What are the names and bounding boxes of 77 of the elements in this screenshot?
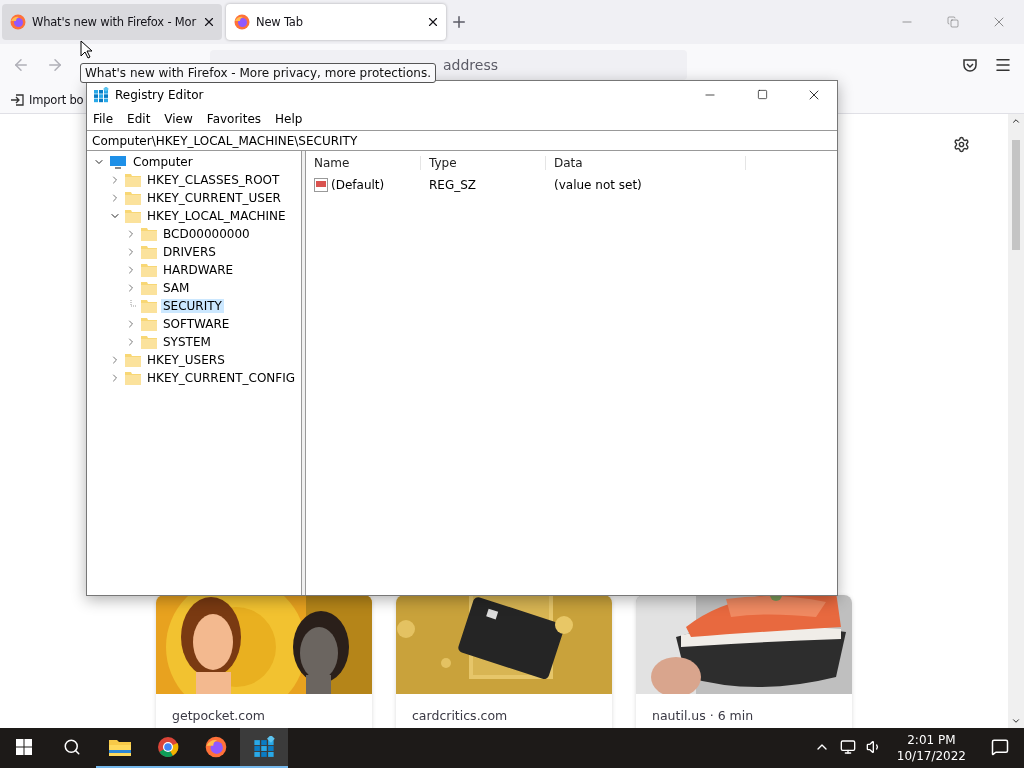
firefox-icon <box>10 14 26 30</box>
folder-icon <box>125 371 141 385</box>
tree-item[interactable]: DRIVERS <box>161 245 218 259</box>
restore-icon[interactable] <box>947 16 959 28</box>
tree-item[interactable]: HKEY_CURRENT_USER <box>145 191 283 205</box>
tree-item[interactable]: HKEY_LOCAL_MACHINE <box>145 209 288 223</box>
tree-item[interactable]: HKEY_CLASSES_ROOT <box>145 173 282 187</box>
browser-tab[interactable]: New Tab <box>226 4 446 40</box>
tree-item[interactable]: HKEY_CURRENT_CONFIG <box>145 371 298 385</box>
column-header[interactable]: Type <box>421 156 546 170</box>
chrome-icon[interactable] <box>157 736 179 758</box>
new-tab-icon[interactable] <box>450 13 468 31</box>
table-cell-text: (value not set) <box>553 178 643 192</box>
firefox-icon <box>234 14 250 30</box>
folder-icon <box>141 299 157 313</box>
column-header[interactable]: Name <box>306 156 421 170</box>
story-card[interactable]: cardcritics.com <box>396 595 612 728</box>
table-cell: (Default) <box>306 178 421 192</box>
card-source: nautil.us · 6 min <box>651 707 755 725</box>
card-source: getpocket.com <box>171 707 267 725</box>
tree-item[interactable]: Computer <box>131 155 195 169</box>
registry-icon <box>253 736 275 758</box>
computer-icon <box>109 154 127 170</box>
notification-icon[interactable] <box>991 738 1009 756</box>
folder-icon <box>125 209 141 223</box>
tree-item[interactable]: HARDWARE <box>161 263 236 277</box>
folder-icon <box>141 263 157 277</box>
firefox-icon <box>205 736 227 758</box>
folder-icon <box>125 173 141 187</box>
settings-icon[interactable] <box>953 136 970 153</box>
menu-item[interactable]: Help <box>275 112 303 126</box>
clock-date[interactable]: 10/17/2022 <box>896 748 966 764</box>
menu-item[interactable]: Edit <box>127 112 151 126</box>
tree-item[interactable]: SYSTEM <box>161 335 213 349</box>
windows-icon[interactable] <box>16 739 32 755</box>
window-title: Registry Editor <box>115 87 204 102</box>
forward-icon[interactable] <box>46 56 64 74</box>
maximize-icon[interactable] <box>756 89 768 100</box>
browser-tab[interactable]: What's new with Firefox - Mor <box>2 4 222 40</box>
tree-item[interactable]: SECURITY <box>161 299 224 313</box>
folder-icon[interactable] <box>109 738 131 756</box>
tree-item[interactable]: SAM <box>161 281 192 295</box>
scroll-down-icon[interactable] <box>1011 716 1021 726</box>
tree-item[interactable]: SOFTWARE <box>161 317 232 331</box>
folder-icon <box>141 227 157 241</box>
folder-icon <box>141 317 157 331</box>
string-value-icon <box>314 178 328 192</box>
close-icon[interactable] <box>426 15 440 29</box>
folder-icon <box>141 335 157 349</box>
story-card[interactable]: nautil.us · 6 min <box>636 595 852 728</box>
back-icon[interactable] <box>12 56 30 74</box>
folder-icon <box>141 245 157 259</box>
column-header[interactable]: Data <box>546 156 746 170</box>
close-icon[interactable] <box>202 15 216 29</box>
bookmark-item[interactable]: Import bo <box>29 92 84 107</box>
scrollbar-thumb[interactable] <box>1012 140 1020 250</box>
folder-icon <box>125 353 141 367</box>
folder-icon <box>141 281 157 295</box>
network-icon[interactable] <box>839 739 856 755</box>
registry-icon <box>93 86 109 103</box>
table-cell-text: REG_SZ <box>428 178 478 192</box>
menu-item[interactable]: View <box>164 112 193 126</box>
clock-time[interactable]: 2:01 PM <box>907 732 956 748</box>
menu-item[interactable]: File <box>93 112 114 126</box>
tooltip: What's new with Firefox - More privacy, more protections. <box>80 63 436 83</box>
scroll-up-icon[interactable] <box>1011 116 1021 126</box>
story-card[interactable]: getpocket.com <box>156 595 372 728</box>
pocket-icon[interactable] <box>962 57 978 73</box>
tree-item[interactable]: BCD00000000 <box>161 227 252 241</box>
tree-item[interactable]: HKEY_USERS <box>145 353 227 367</box>
card-source: cardcritics.com <box>411 707 509 725</box>
menu-icon[interactable] <box>994 56 1012 74</box>
import-icon <box>10 92 24 107</box>
search-icon[interactable] <box>63 738 81 756</box>
menu-item[interactable]: Favorites <box>206 112 262 126</box>
path-field[interactable]: Computer\HKEY_LOCAL_MACHINE\SECURITY <box>87 130 837 151</box>
folder-icon <box>125 191 141 205</box>
